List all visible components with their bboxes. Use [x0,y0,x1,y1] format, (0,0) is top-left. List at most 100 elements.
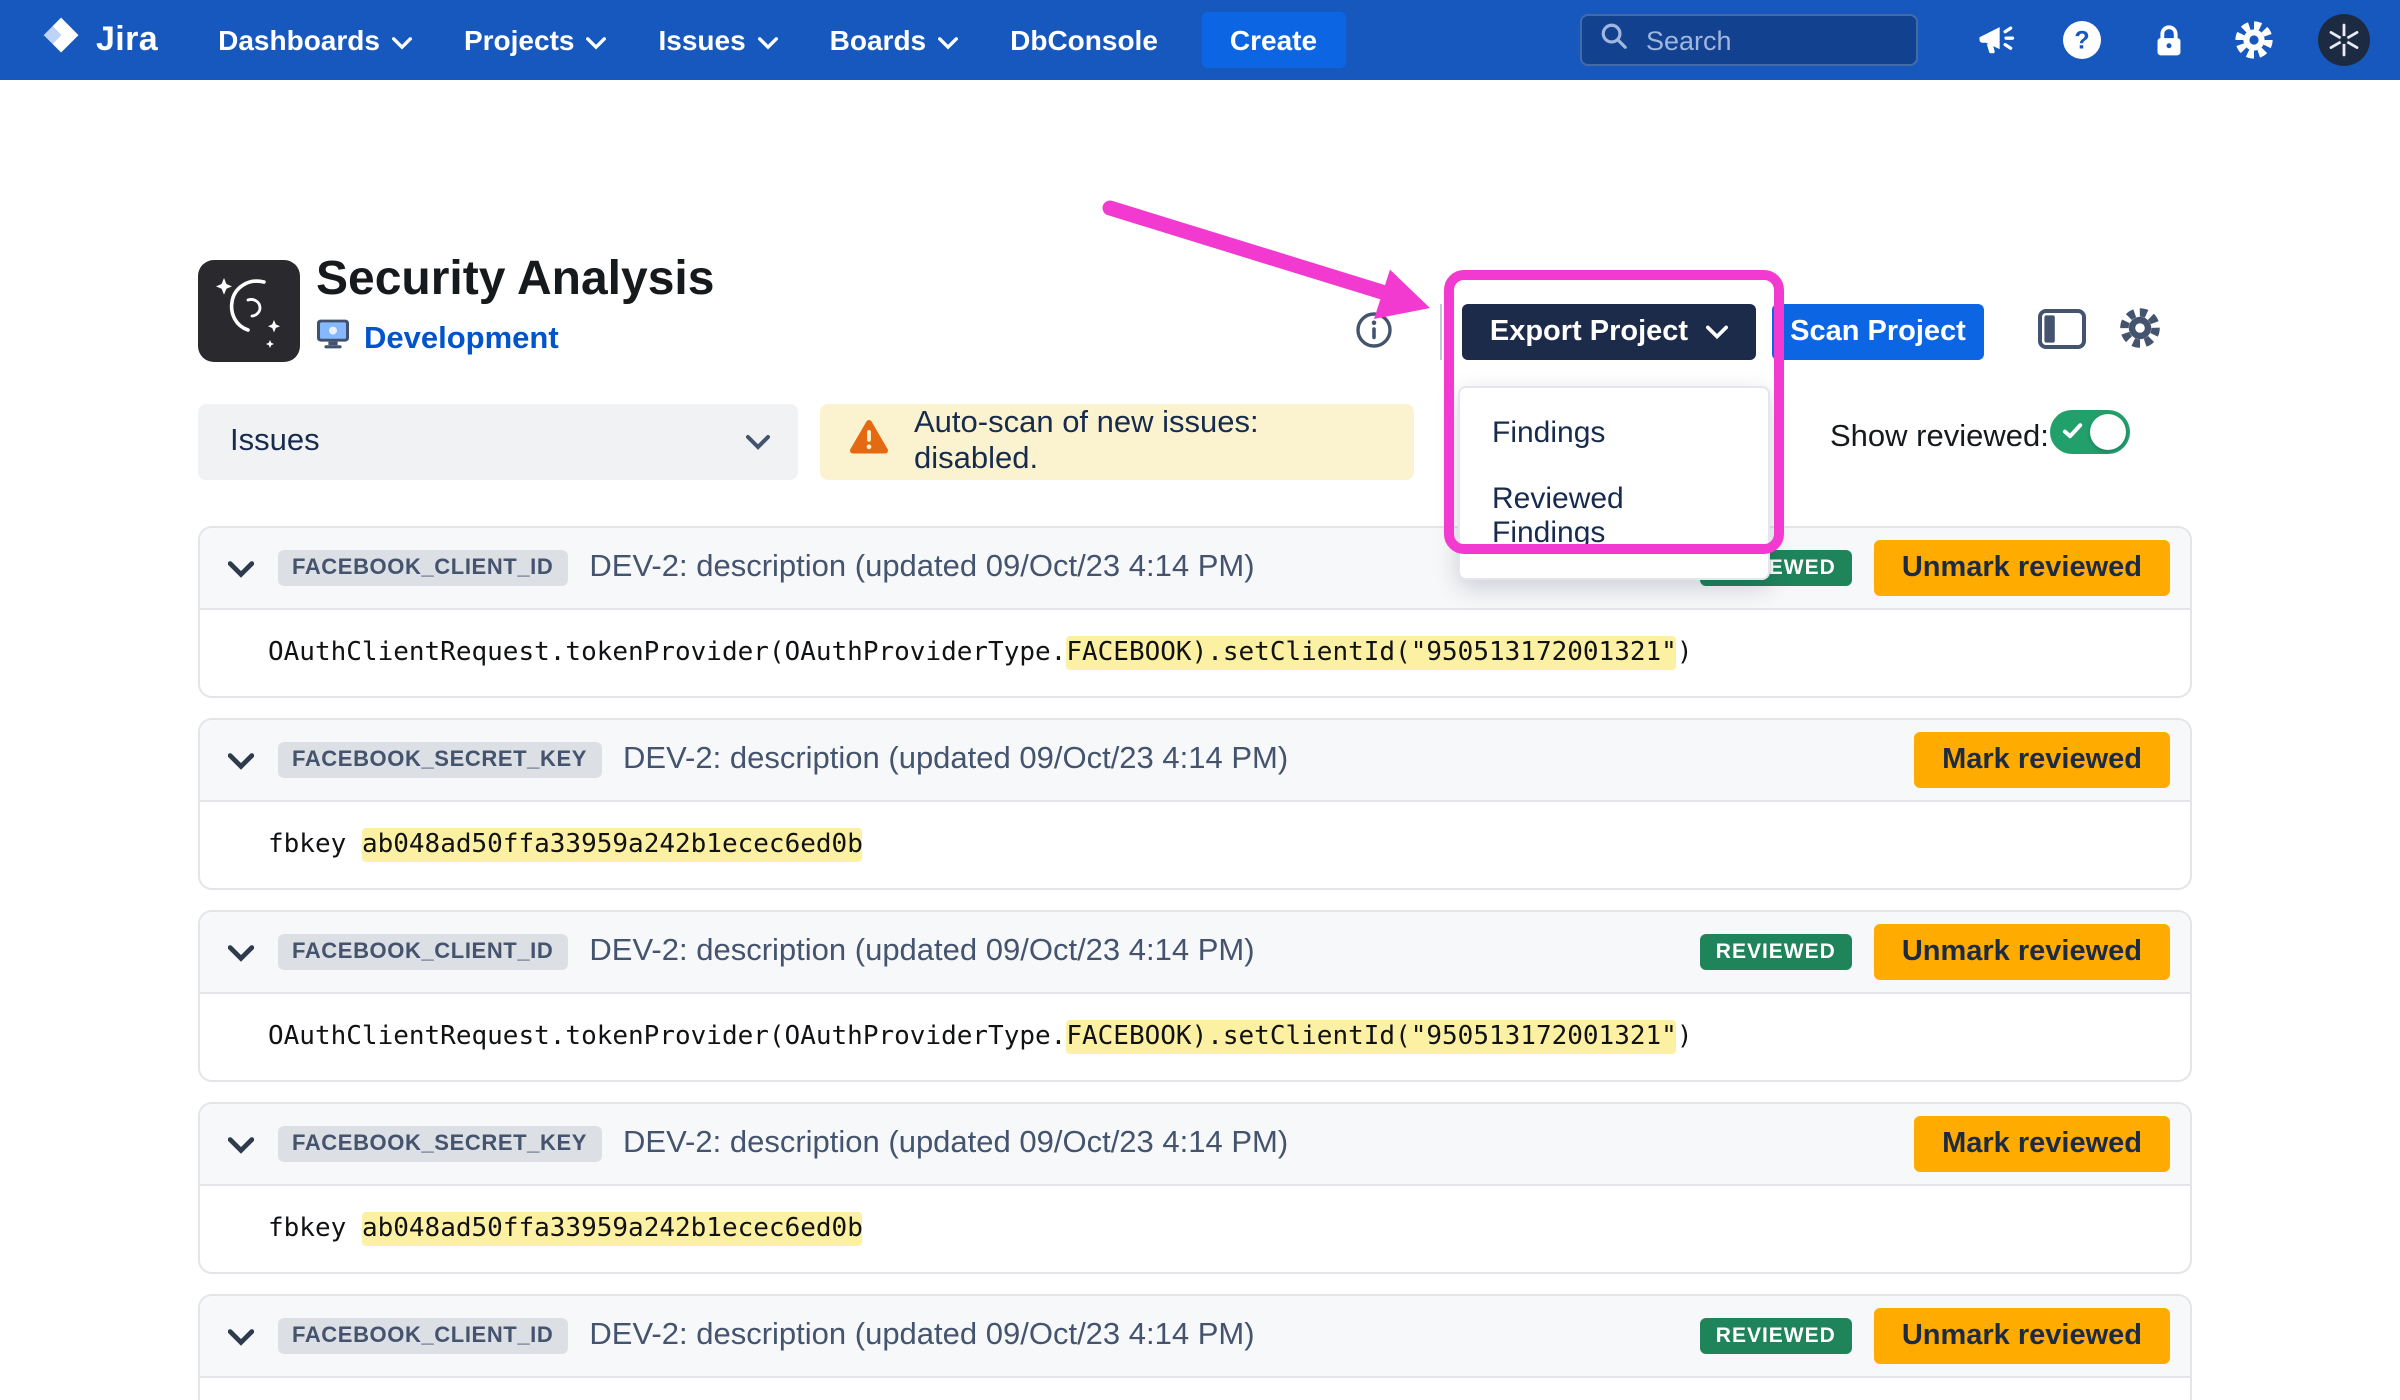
finding-title: DEV-2: description (updated 09/Oct/23 4:… [589,550,1254,586]
finding-title: DEV-2: description (updated 09/Oct/23 4:… [589,1318,1254,1354]
collapse-chevron-icon[interactable] [228,938,256,966]
nav-icon-group: ? [1974,0,2370,80]
finding-code: OAuthClientRequest.tokenProvider(OAuthPr… [200,610,2190,696]
finding-code: OAuthClientRequest.tokenProvider(OAuthPr… [200,1378,2190,1400]
secret-type-badge: FACEBOOK_CLIENT_ID [278,934,567,970]
collapse-chevron-icon[interactable] [228,746,256,774]
code-highlight: FACEBOOK).setClientId("950513172001321" [1066,1020,1677,1054]
announcements-icon[interactable] [1974,18,2018,62]
finding-header: FACEBOOK_CLIENT_ID DEV-2: description (u… [200,1296,2190,1378]
secret-type-badge: FACEBOOK_SECRET_KEY [278,1126,601,1162]
finding-header: FACEBOOK_CLIENT_ID DEV-2: description (u… [200,528,2190,610]
help-icon[interactable]: ? [2060,18,2104,62]
finding-code: fbkey ab048ad50ffa33959a242b1ecec6ed0b [200,1186,2190,1272]
menu-item-findings[interactable]: Findings [1460,400,1768,466]
unmark-reviewed-button[interactable]: Unmark reviewed [1874,540,2170,596]
page-title: Security Analysis [316,252,714,308]
finding-header: FACEBOOK_SECRET_KEY DEV-2: description (… [200,1104,2190,1186]
collapse-chevron-icon[interactable] [228,1322,256,1350]
top-navigation-bar: Jira Dashboards Projects Issues Boards [0,0,2400,80]
nav-item-dbconsole[interactable]: DbConsole [1010,24,1158,56]
project-avatar [198,260,300,362]
finding-code: fbkey ab048ad50ffa33959a242b1ecec6ed0b [200,802,2190,888]
svg-text:?: ? [2074,26,2089,54]
finding-card: FACEBOOK_CLIENT_ID DEV-2: description (u… [198,1294,2192,1400]
project-link[interactable]: Development [364,321,559,357]
main-content: Security Analysis Development [0,80,2400,1400]
mark-reviewed-button[interactable]: Mark reviewed [1914,732,2170,788]
secret-type-badge: FACEBOOK_CLIENT_ID [278,550,567,586]
chevron-down-icon [746,424,770,460]
finding-card: FACEBOOK_SECRET_KEY DEV-2: description (… [198,1102,2192,1274]
code-plain: fbkey [268,1214,362,1244]
jira-logo-icon [40,13,84,67]
jira-logo-text: Jira [96,20,158,60]
finding-card: FACEBOOK_CLIENT_ID DEV-2: description (u… [198,526,2192,698]
issues-filter-label: Issues [230,424,320,460]
nav-item-label: Boards [830,24,926,56]
nav-item-label: Dashboards [218,24,380,56]
chevron-down-icon [938,24,958,56]
finding-code: OAuthClientRequest.tokenProvider(OAuthPr… [200,994,2190,1080]
code-plain: OAuthClientRequest.tokenProvider(OAuthPr… [268,638,1066,668]
nav-menu: Dashboards Projects Issues Boards DbCons… [218,24,1158,56]
lock-icon[interactable] [2146,18,2190,62]
annotation-arrow [1030,172,1460,342]
issues-filter-select[interactable]: Issues [198,404,798,480]
code-plain: fbkey [268,830,362,860]
jira-security-page: Jira Dashboards Projects Issues Boards [0,0,2400,1400]
secret-type-badge: FACEBOOK_SECRET_KEY [278,742,601,778]
show-reviewed-toggle[interactable] [2050,410,2130,454]
global-search [1580,14,1918,66]
finding-title: DEV-2: description (updated 09/Oct/23 4:… [623,742,1288,778]
code-highlight: FACEBOOK).setClientId("950513172001321" [1066,636,1677,670]
nav-item-label: DbConsole [1010,24,1158,56]
toolbar-divider [1440,304,1442,360]
autoscan-warning-banner: Auto-scan of new issues: disabled. [820,404,1414,480]
scan-project-button[interactable]: Scan Project [1772,304,1984,360]
warning-icon [848,418,890,466]
create-button[interactable]: Create [1202,12,1345,68]
check-icon [2062,422,2084,440]
finding-header: FACEBOOK_CLIENT_ID DEV-2: description (u… [200,912,2190,994]
secret-type-badge: FACEBOOK_CLIENT_ID [278,1318,567,1354]
jira-logo[interactable]: Jira [40,13,158,67]
page-settings-icon[interactable] [2116,304,2164,352]
user-avatar[interactable] [2318,14,2370,66]
code-plain: OAuthClientRequest.tokenProvider(OAuthPr… [268,1022,1066,1052]
nav-item-dashboards[interactable]: Dashboards [218,24,412,56]
gear-icon[interactable] [2232,18,2276,62]
nav-item-issues[interactable]: Issues [658,24,777,56]
project-category-icon [316,318,350,360]
code-highlight: ab048ad50ffa33959a242b1ecec6ed0b [362,828,863,862]
warning-text: Auto-scan of new issues: disabled. [914,406,1390,478]
collapse-chevron-icon[interactable] [228,554,256,582]
finding-header: FACEBOOK_SECRET_KEY DEV-2: description (… [200,720,2190,802]
findings-list: FACEBOOK_CLIENT_ID DEV-2: description (u… [198,526,2192,1400]
chevron-down-icon [758,24,778,56]
nav-item-label: Issues [658,24,745,56]
export-project-button[interactable]: Export Project [1462,304,1756,360]
export-dropdown-menu: Findings Reviewed Findings [1458,386,1770,580]
code-highlight: ab048ad50ffa33959a242b1ecec6ed0b [362,1212,863,1246]
panel-view-icon[interactable] [2038,308,2086,350]
collapse-chevron-icon[interactable] [228,1130,256,1158]
finding-card: FACEBOOK_CLIENT_ID DEV-2: description (u… [198,910,2192,1082]
menu-item-reviewed-findings[interactable]: Reviewed Findings [1460,466,1768,566]
nav-item-boards[interactable]: Boards [830,24,958,56]
nav-item-label: Projects [464,24,575,56]
unmark-reviewed-button[interactable]: Unmark reviewed [1874,924,2170,980]
search-icon [1598,19,1630,61]
chevron-down-icon [586,24,606,56]
nav-item-projects[interactable]: Projects [464,24,607,56]
finding-title: DEV-2: description (updated 09/Oct/23 4:… [589,934,1254,970]
reviewed-lozenge: REVIEWED [1700,934,1852,970]
info-icon[interactable] [1356,312,1392,348]
search-input[interactable] [1642,23,1900,57]
chevron-down-icon [1706,316,1728,348]
code-plain: ) [1677,638,1693,668]
unmark-reviewed-button[interactable]: Unmark reviewed [1874,1308,2170,1364]
show-reviewed-label: Show reviewed: [1830,420,2049,456]
mark-reviewed-button[interactable]: Mark reviewed [1914,1116,2170,1172]
finding-card: FACEBOOK_SECRET_KEY DEV-2: description (… [198,718,2192,890]
